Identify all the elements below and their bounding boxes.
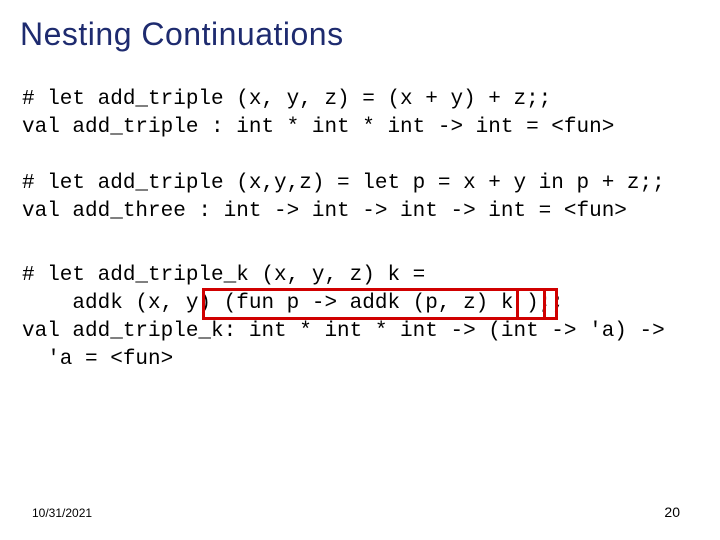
page-title: Nesting Continuations	[20, 16, 344, 53]
footer-date: 10/31/2021	[32, 506, 92, 520]
slide: Nesting Continuations # let add_triple (…	[0, 0, 720, 540]
code-block-3: # let add_triple_k (x, y, z) k = addk (x…	[22, 262, 665, 374]
code-block-2: # let add_triple (x,y,z) = let p = x + y…	[22, 170, 665, 226]
code-block-1: # let add_triple (x, y, z) = (x + y) + z…	[22, 86, 614, 142]
footer-page-number: 20	[664, 504, 680, 520]
